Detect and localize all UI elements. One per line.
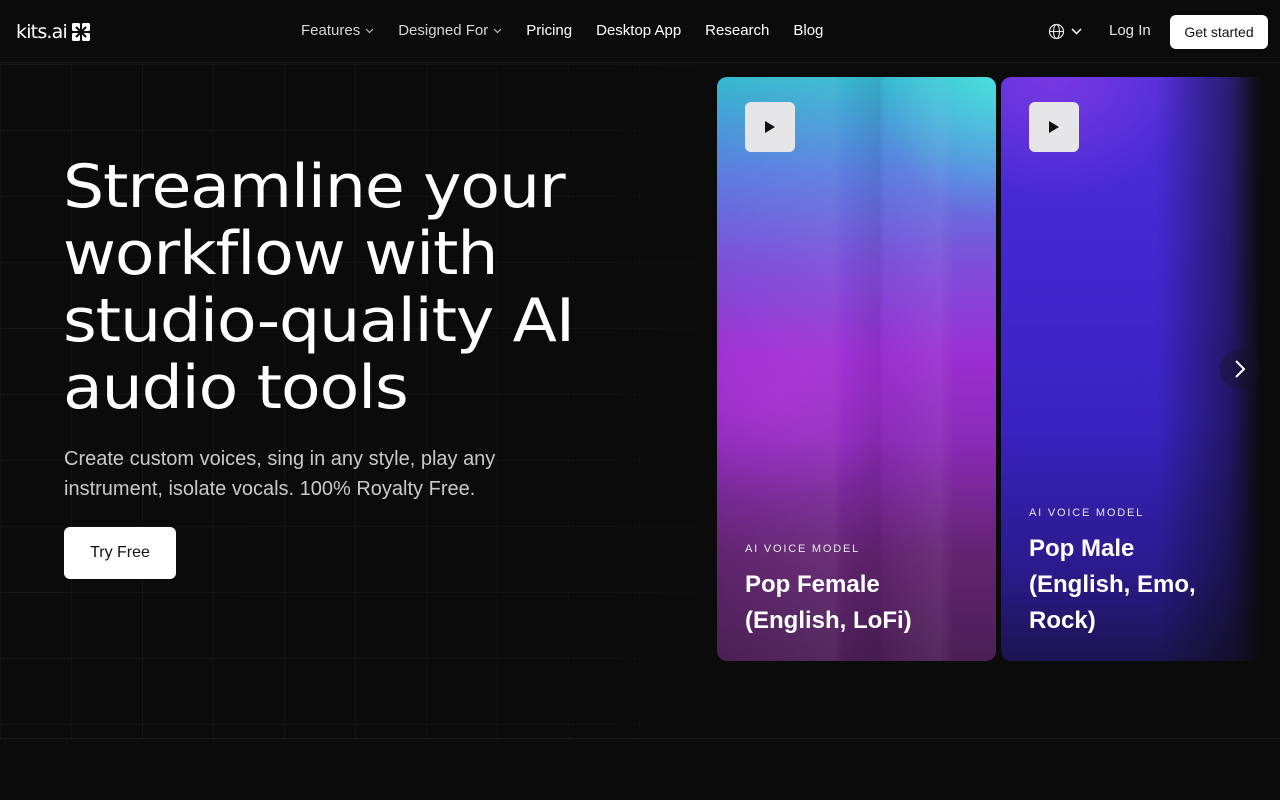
login-link[interactable]: Log In: [1109, 22, 1151, 39]
chevron-down-icon: [493, 28, 502, 33]
play-icon: [1049, 121, 1059, 133]
nav-research-label: Research: [705, 22, 770, 39]
language-selector[interactable]: [1048, 23, 1082, 40]
hero-title-line: Streamline your: [63, 152, 566, 222]
carousel-next-button[interactable]: [1220, 349, 1260, 389]
play-button[interactable]: [1029, 102, 1079, 152]
voice-model-card[interactable]: AI VOICE MODEL Pop Female (English, LoFi…: [717, 77, 996, 661]
hero-subtitle-line: instrument, isolate vocals. 100% Royalty…: [64, 478, 476, 500]
nav-desktop-app[interactable]: Desktop App: [596, 22, 681, 39]
hero-title-line: studio-quality AI: [63, 286, 575, 356]
try-free-button[interactable]: Try Free: [64, 527, 176, 579]
site-header: kits.ai Features Designed For Pricing De…: [0, 0, 1280, 63]
hero-subtitle-line: Create custom voices, sing in any style,…: [64, 448, 496, 470]
nav-pricing[interactable]: Pricing: [526, 22, 572, 39]
chevron-down-icon: [1071, 28, 1082, 35]
logo[interactable]: kits.ai: [16, 20, 90, 44]
nav-research[interactable]: Research: [705, 22, 769, 39]
nav-designed-for-label: Designed For: [398, 22, 489, 39]
hero-subtitle: Create custom voices, sing in any style,…: [64, 444, 564, 504]
nav-blog-label: Blog: [793, 22, 824, 39]
nav-blog[interactable]: Blog: [793, 22, 823, 39]
card-title-line: (English, LoFi): [745, 607, 912, 634]
card-kicker: AI VOICE MODEL: [1029, 507, 1145, 519]
nav-desktop-app-label: Desktop App: [596, 22, 682, 39]
nav-features[interactable]: Features: [301, 22, 374, 39]
card-title-line: (English, Emo,: [1029, 571, 1196, 598]
card-title: Pop Male (English, Emo, Rock): [1029, 531, 1249, 639]
card-title-line: Pop Male: [1029, 535, 1135, 562]
nav-pricing-label: Pricing: [526, 22, 573, 39]
play-icon: [765, 121, 775, 133]
main-nav: Features Designed For Pricing Desktop Ap…: [301, 22, 823, 39]
chevron-right-icon: [1235, 360, 1246, 378]
card-title-line: Rock): [1029, 607, 1096, 634]
globe-icon: [1048, 23, 1065, 40]
chevron-down-icon: [365, 28, 374, 33]
nav-features-label: Features: [301, 22, 361, 39]
card-title-line: Pop Female: [745, 571, 880, 598]
section-divider: [0, 738, 1280, 739]
logo-mark-icon: [72, 23, 90, 41]
hero-title-line: workflow with: [63, 219, 498, 289]
get-started-button[interactable]: Get started: [1170, 15, 1268, 49]
card-title: Pop Female (English, LoFi): [745, 567, 965, 639]
card-kicker: AI VOICE MODEL: [745, 543, 861, 555]
nav-designed-for[interactable]: Designed For: [398, 22, 502, 39]
hero-title: Streamline your workflow with studio-qua…: [63, 154, 711, 422]
hero-title-line: audio tools: [63, 353, 409, 423]
logo-text: kits.ai: [16, 21, 68, 43]
play-button[interactable]: [745, 102, 795, 152]
